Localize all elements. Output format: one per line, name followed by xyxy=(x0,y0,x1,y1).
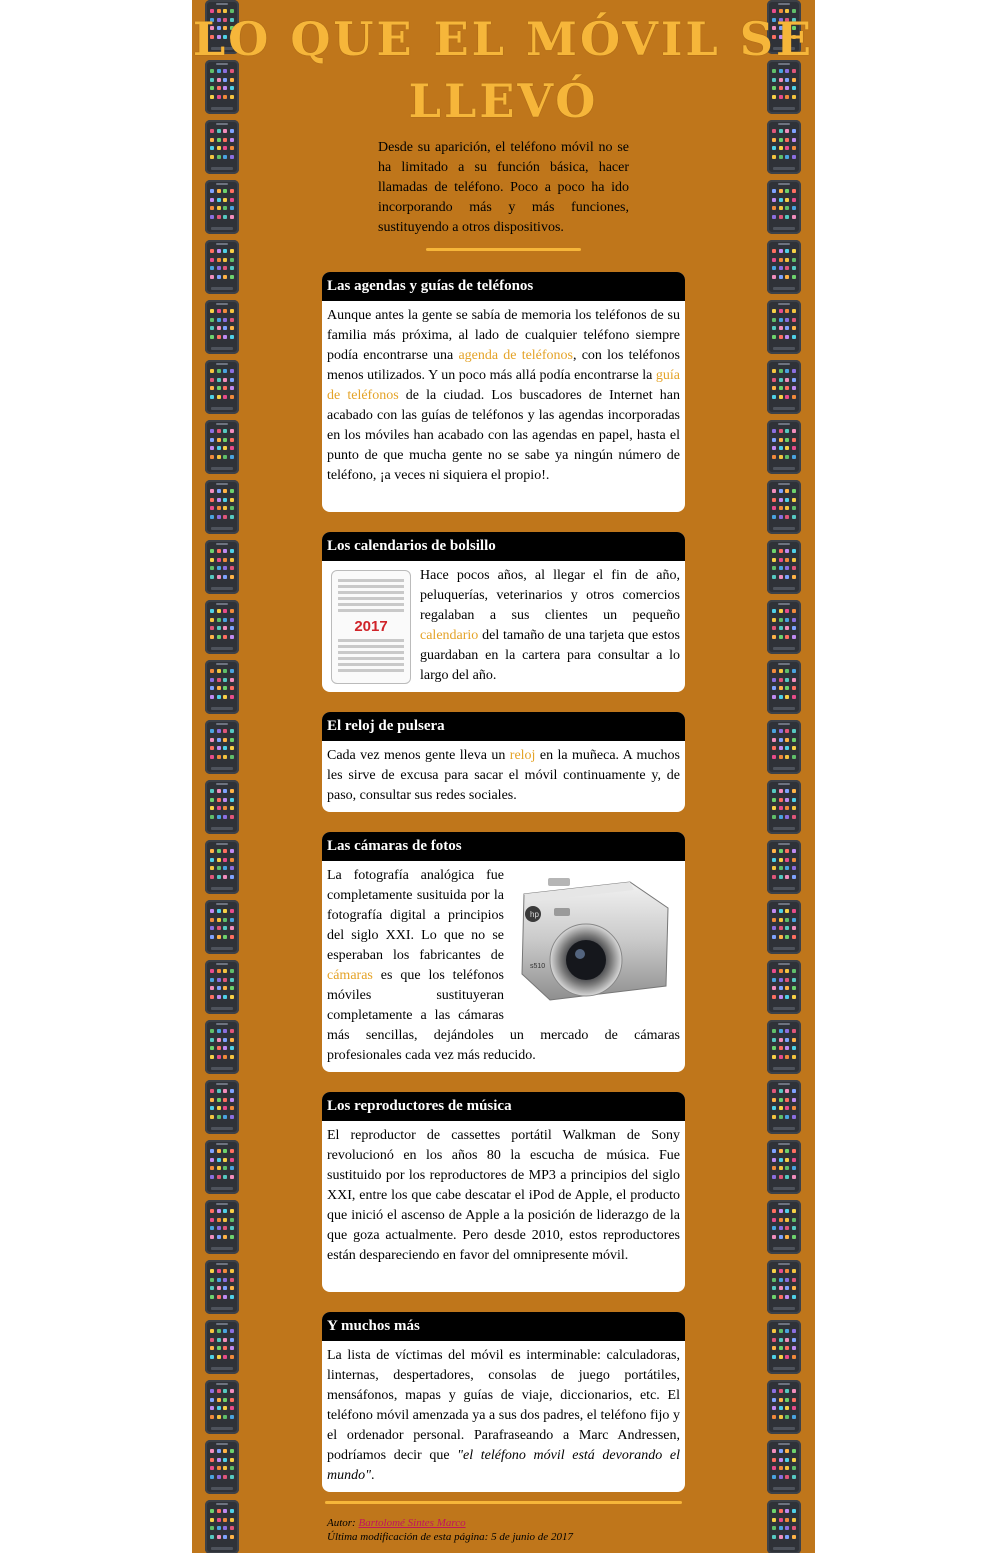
smartphone-icon xyxy=(767,540,801,594)
smartphone-icon xyxy=(767,1080,801,1134)
reloj-link[interactable]: reloj xyxy=(510,748,536,763)
section-camaras: Las cámaras de fotos hp s510 La fotograf… xyxy=(322,832,685,1072)
section-text: Cada vez menos gente lleva un xyxy=(327,748,510,763)
smartphone-icon xyxy=(767,420,801,474)
section-muchos-mas: Y muchos más La lista de víctimas del mó… xyxy=(322,1312,685,1492)
section-text: La lista de víctimas del móvil es interm… xyxy=(327,1348,680,1463)
section-text: La fotografía analógica fue completament… xyxy=(327,868,504,963)
smartphone-icon xyxy=(205,1200,239,1254)
author-link[interactable]: Bartolomé Sintes Marco xyxy=(358,1517,465,1529)
smartphone-icon xyxy=(205,1260,239,1314)
modified-label: Última modificación de esta página: xyxy=(327,1531,489,1543)
divider-top xyxy=(426,248,581,251)
smartphone-icon xyxy=(767,1200,801,1254)
section-text: Hace pocos años, al llegar el fin de año… xyxy=(420,568,680,623)
smartphone-icon xyxy=(205,1380,239,1434)
smartphone-icon xyxy=(767,480,801,534)
calendario-link[interactable]: calendario xyxy=(420,628,478,643)
smartphone-icon xyxy=(205,1500,239,1553)
footer-modified: Última modificación de esta página: 5 de… xyxy=(327,1530,687,1544)
smartphone-icon xyxy=(205,1320,239,1374)
pocket-calendar-image: 2017 xyxy=(331,570,411,684)
section-heading: El reloj de pulsera xyxy=(322,712,685,741)
smartphone-icon xyxy=(767,1320,801,1374)
smartphone-icon xyxy=(767,1140,801,1194)
smartphone-icon xyxy=(205,660,239,714)
svg-text:s510: s510 xyxy=(530,963,545,970)
smartphone-icon xyxy=(205,240,239,294)
smartphone-icon xyxy=(205,180,239,234)
smartphone-icon xyxy=(205,720,239,774)
smartphone-icon xyxy=(205,480,239,534)
section-calendarios: Los calendarios de bolsillo 2017 Hace po… xyxy=(322,532,685,692)
phone-border-right xyxy=(767,0,801,1553)
section-body: 2017 Hace pocos años, al llegar el fin d… xyxy=(322,561,685,690)
section-body: Aunque antes la gente se sabía de memori… xyxy=(322,301,685,490)
smartphone-icon xyxy=(205,780,239,834)
smartphone-icon xyxy=(205,300,239,354)
author-label: Autor: xyxy=(327,1517,356,1529)
smartphone-icon xyxy=(205,600,239,654)
smartphone-icon xyxy=(205,360,239,414)
smartphone-icon xyxy=(767,720,801,774)
smartphone-icon xyxy=(767,780,801,834)
divider-bottom xyxy=(325,1501,682,1504)
smartphone-icon xyxy=(767,600,801,654)
modified-date: 5 de junio de 2017 xyxy=(491,1531,573,1543)
smartphone-icon xyxy=(767,1440,801,1494)
section-body: El reproductor de cassettes portátil Wal… xyxy=(322,1121,685,1270)
smartphone-icon xyxy=(205,420,239,474)
section-reproductores: Los reproductores de música El reproduct… xyxy=(322,1092,685,1292)
footer-author: Autor: Bartolomé Sintes Marco xyxy=(327,1516,687,1530)
section-reloj: El reloj de pulsera Cada vez menos gente… xyxy=(322,712,685,812)
smartphone-icon xyxy=(205,900,239,954)
smartphone-icon xyxy=(767,360,801,414)
smartphone-icon xyxy=(767,960,801,1014)
smartphone-icon xyxy=(767,240,801,294)
smartphone-icon xyxy=(205,540,239,594)
smartphone-icon xyxy=(205,1440,239,1494)
section-heading: Y muchos más xyxy=(322,1312,685,1341)
digital-camera-image: hp s510 xyxy=(510,868,680,1008)
smartphone-icon xyxy=(205,1140,239,1194)
agenda-link[interactable]: agenda de teléfonos xyxy=(458,348,573,363)
page-background: Lo que el móvil se llevó Desde su aparic… xyxy=(192,0,815,1553)
smartphone-icon xyxy=(767,1260,801,1314)
page-footer: Autor: Bartolomé Sintes Marco Última mod… xyxy=(327,1516,687,1544)
section-text: El reproductor de cassettes portátil Wal… xyxy=(327,1128,680,1263)
intro-paragraph: Desde su aparición, el teléfono móvil no… xyxy=(378,140,629,235)
smartphone-icon xyxy=(767,660,801,714)
section-heading: Las cámaras de fotos xyxy=(322,832,685,861)
smartphone-icon xyxy=(205,1080,239,1134)
section-text: . xyxy=(371,1468,375,1483)
camaras-link[interactable]: cámaras xyxy=(327,968,373,983)
smartphone-icon xyxy=(767,1500,801,1553)
phone-border-left xyxy=(205,0,239,1553)
smartphone-icon xyxy=(767,180,801,234)
smartphone-icon xyxy=(767,840,801,894)
section-heading: Los reproductores de música xyxy=(322,1092,685,1121)
section-heading: Los calendarios de bolsillo xyxy=(322,532,685,561)
svg-text:hp: hp xyxy=(530,910,539,919)
smartphone-icon xyxy=(205,840,239,894)
section-body: hp s510 La fotografía analógica fue comp… xyxy=(322,861,685,1070)
smartphone-icon xyxy=(767,1380,801,1434)
smartphone-icon xyxy=(205,1020,239,1074)
section-agendas: Las agendas y guías de teléfonos Aunque … xyxy=(322,272,685,512)
section-heading: Las agendas y guías de teléfonos xyxy=(322,272,685,301)
smartphone-icon xyxy=(767,300,801,354)
smartphone-icon xyxy=(767,1020,801,1074)
section-body: La lista de víctimas del móvil es interm… xyxy=(322,1341,685,1490)
section-body: Cada vez menos gente lleva un reloj en l… xyxy=(322,741,685,810)
calendar-year-label: 2017 xyxy=(354,618,388,635)
page-title: Lo que el móvil se llevó xyxy=(192,12,815,128)
smartphone-icon xyxy=(205,960,239,1014)
smartphone-icon xyxy=(767,900,801,954)
